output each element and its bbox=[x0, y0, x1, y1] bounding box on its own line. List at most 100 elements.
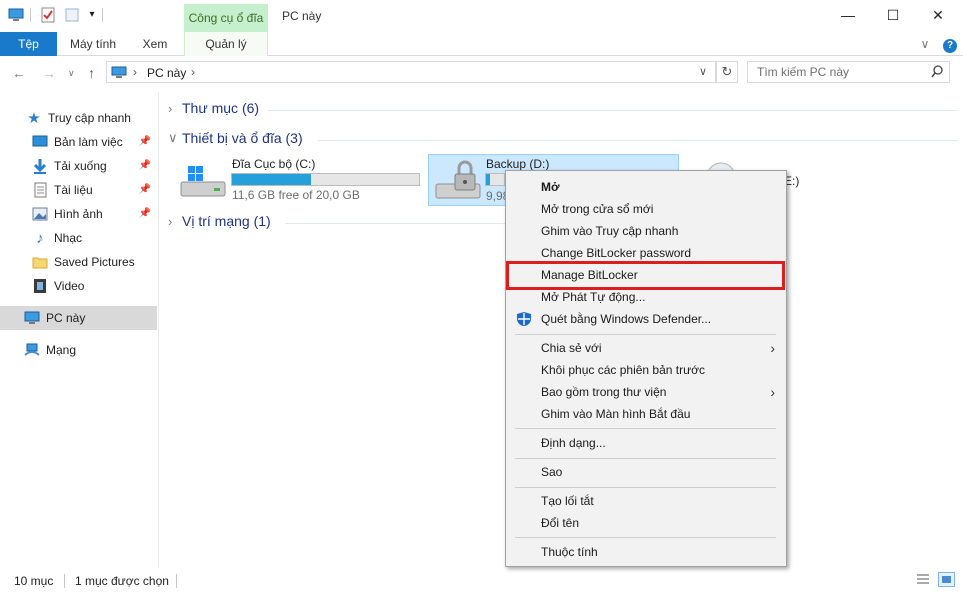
large-icons-view-icon[interactable] bbox=[938, 572, 955, 587]
sidebar-item-music[interactable]: ♪ Nhạc bbox=[0, 226, 157, 250]
menu-item-rename[interactable]: Đổi tên bbox=[507, 512, 785, 534]
menu-item-open-new-window[interactable]: Mở trong cửa sổ mới bbox=[507, 198, 785, 220]
group-devices-and-drives[interactable]: ∨ Thiết bị và ổ đĩa (3) bbox=[168, 130, 303, 146]
menu-item-scan-defender[interactable]: Quét bằng Windows Defender... bbox=[507, 308, 785, 330]
group-divider bbox=[318, 140, 958, 141]
menu-item-label: Chia sẻ với bbox=[541, 341, 602, 355]
close-button[interactable]: ✕ bbox=[915, 0, 961, 30]
group-divider bbox=[285, 223, 505, 224]
menu-item-restore-previous-versions[interactable]: Khôi phục các phiên bản trước bbox=[507, 359, 785, 381]
tab-computer[interactable]: Máy tính bbox=[62, 32, 124, 56]
menu-item-label: Bao gồm trong thư viện bbox=[541, 385, 667, 399]
group-label: Thư mục (6) bbox=[182, 100, 260, 116]
sidebar-item-label: Video bbox=[54, 279, 85, 293]
collapse-ribbon-icon[interactable]: ∨ bbox=[916, 32, 934, 56]
sidebar-item-label: Bản làm việc bbox=[54, 135, 123, 149]
document-icon bbox=[32, 182, 48, 198]
computer-icon bbox=[111, 64, 127, 83]
sidebar-item-label: Tải xuống bbox=[54, 159, 107, 173]
tab-view[interactable]: Xem bbox=[132, 32, 178, 56]
drive-tools-contextual-tab[interactable]: Công cụ ổ đĩa bbox=[184, 4, 268, 32]
desktop-icon bbox=[32, 134, 48, 150]
menu-item-label: Sao bbox=[541, 465, 563, 479]
tab-manage[interactable]: Quản lý bbox=[184, 32, 268, 56]
star-icon: ★ bbox=[27, 110, 41, 127]
sidebar-item-this-pc[interactable]: PC này bbox=[0, 306, 157, 330]
address-dropdown-icon[interactable]: ∨ bbox=[699, 65, 707, 78]
menu-item-pin-to-start[interactable]: Ghim vào Màn hình Bắt đầu bbox=[507, 403, 785, 425]
menu-item-pin-quick-access[interactable]: Ghim vào Truy cập nhanh bbox=[507, 220, 785, 242]
chevron-right-icon: › bbox=[168, 213, 173, 229]
search-input[interactable] bbox=[748, 62, 918, 82]
search-icon[interactable] bbox=[931, 65, 943, 82]
group-divider bbox=[268, 110, 958, 111]
back-icon[interactable]: ← bbox=[12, 65, 26, 81]
breadcrumb-this-pc[interactable]: PC này bbox=[147, 66, 186, 80]
menu-item-label: Thuộc tính bbox=[541, 545, 598, 559]
customize-toolbar-icon[interactable]: ▾ bbox=[84, 7, 100, 23]
tab-file[interactable]: Tệp bbox=[0, 32, 57, 56]
recent-locations-icon[interactable]: ∨ bbox=[68, 68, 75, 79]
drive-usage-bar bbox=[231, 173, 420, 186]
navigation-pane: ★ Truy cập nhanh Bản làm việc 📌 Tải xuốn… bbox=[0, 92, 159, 568]
chevron-right-icon: › bbox=[168, 100, 173, 116]
properties-icon[interactable] bbox=[40, 7, 56, 23]
menu-item-label: Mở trong cửa sổ mới bbox=[541, 202, 654, 216]
group-folders[interactable]: › Thư mục (6) bbox=[168, 100, 259, 116]
status-item-count: 10 mục bbox=[14, 574, 54, 588]
sidebar-item-video[interactable]: Video bbox=[0, 274, 157, 298]
address-bar[interactable]: › PC này › ∨ bbox=[106, 61, 716, 83]
sidebar-item-documents[interactable]: Tài liệu 📌 bbox=[0, 178, 157, 202]
sidebar-item-downloads[interactable]: Tải xuống 📌 bbox=[0, 154, 157, 178]
sidebar-item-desktop[interactable]: Bản làm việc 📌 bbox=[0, 130, 157, 154]
drive-usage-fill bbox=[486, 174, 490, 185]
group-network-locations[interactable]: › Vị trí mạng (1) bbox=[168, 213, 271, 229]
menu-separator bbox=[515, 458, 776, 459]
forward-icon[interactable]: → bbox=[42, 65, 56, 81]
close-icon: ✕ bbox=[932, 6, 944, 23]
up-icon[interactable]: ↑ bbox=[88, 65, 95, 81]
menu-item-properties[interactable]: Thuộc tính bbox=[507, 541, 785, 563]
breadcrumb-separator[interactable]: › bbox=[133, 65, 137, 79]
menu-item-share-with[interactable]: Chia sẻ với › bbox=[507, 337, 785, 359]
refresh-icon: ↻ bbox=[721, 64, 733, 79]
menu-item-create-shortcut[interactable]: Tạo lối tắt bbox=[507, 490, 785, 512]
sidebar-item-pictures[interactable]: Hình ảnh 📌 bbox=[0, 202, 157, 226]
menu-item-open[interactable]: Mở bbox=[507, 176, 785, 198]
menu-item-copy[interactable]: Sao bbox=[507, 461, 785, 483]
sidebar-item-network[interactable]: Mạng bbox=[0, 338, 157, 362]
submenu-arrow-icon: › bbox=[770, 384, 775, 400]
sidebar-item-quick-access[interactable]: ★ Truy cập nhanh bbox=[0, 106, 157, 130]
breadcrumb-separator[interactable]: › bbox=[191, 65, 195, 79]
menu-item-label: Quét bằng Windows Defender... bbox=[541, 312, 712, 326]
pin-icon[interactable]: 📌 bbox=[139, 208, 151, 219]
new-folder-icon[interactable] bbox=[64, 7, 80, 23]
help-button[interactable]: ? bbox=[942, 32, 958, 56]
context-menu: Mở Mở trong cửa sổ mới Ghim vào Truy cập… bbox=[505, 170, 787, 567]
menu-item-label: Định dạng... bbox=[541, 436, 606, 450]
minimize-button[interactable]: — bbox=[825, 0, 871, 30]
drive-name: Đĩa Cục bộ (C:) bbox=[232, 157, 316, 171]
sidebar-item-saved-pictures[interactable]: Saved Pictures bbox=[0, 250, 157, 274]
menu-item-label: Change BitLocker password bbox=[541, 246, 692, 260]
pin-icon[interactable]: 📌 bbox=[139, 136, 151, 147]
pin-icon[interactable]: 📌 bbox=[139, 160, 151, 171]
menu-item-label: Ghim vào Màn hình Bắt đầu bbox=[541, 407, 691, 421]
maximize-button[interactable]: ☐ bbox=[870, 0, 916, 30]
folder-icon bbox=[32, 254, 48, 270]
pin-icon[interactable]: 📌 bbox=[139, 184, 151, 195]
computer-icon[interactable] bbox=[8, 7, 24, 23]
sidebar-item-label: Nhạc bbox=[54, 231, 83, 245]
search-box[interactable] bbox=[747, 61, 950, 83]
ribbon-tabs: Tệp Máy tính Xem Quản lý ∨ ? bbox=[0, 32, 963, 56]
refresh-button[interactable]: ↻ bbox=[716, 61, 738, 83]
menu-separator bbox=[515, 487, 776, 488]
menu-item-include-in-library[interactable]: Bao gồm trong thư viện › bbox=[507, 381, 785, 403]
details-view-icon[interactable] bbox=[916, 573, 930, 588]
drive-item-c[interactable]: Đĩa Cục bộ (C:) 11,6 GB free of 20,0 GB bbox=[176, 154, 426, 204]
title-bar: ▾ Công cụ ổ đĩa PC này — ☐ ✕ bbox=[0, 0, 963, 32]
download-icon bbox=[32, 158, 48, 174]
menu-item-format[interactable]: Định dạng... bbox=[507, 432, 785, 454]
sidebar-item-label: PC này bbox=[46, 311, 86, 325]
submenu-arrow-icon: › bbox=[770, 340, 775, 356]
